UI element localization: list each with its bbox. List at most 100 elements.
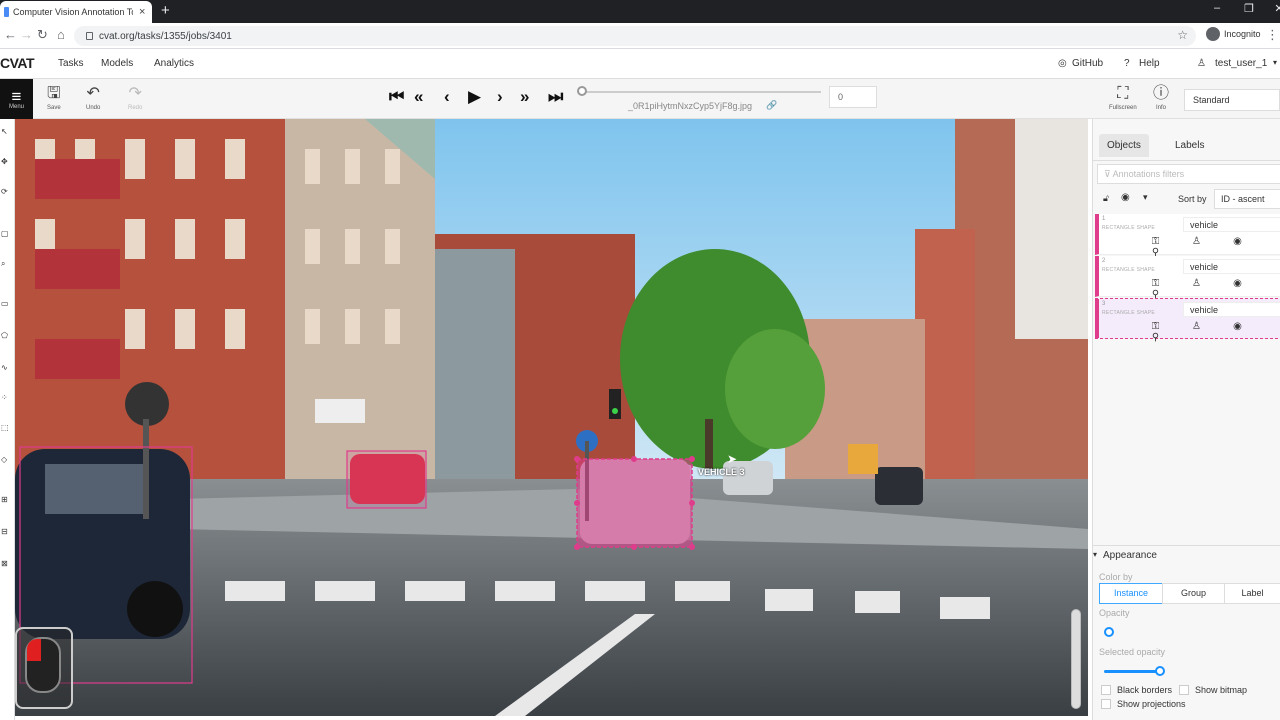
hide-all-icon[interactable]: ◉ — [1121, 192, 1130, 203]
zoom-tool-icon[interactable]: ⌕ — [1, 259, 11, 269]
close-tab-icon[interactable]: × — [139, 6, 145, 18]
bookmark-star-icon[interactable]: ☆ — [1177, 28, 1188, 42]
annotation-canvas[interactable]: VEHICLE 3 ➤ — [15, 119, 1088, 716]
object-item[interactable]: 2 RECTANGLE SHAPE vehicle ⚿ ♙ ◉⚲ — [1095, 256, 1280, 300]
color-by-instance[interactable]: Instance — [1099, 583, 1163, 604]
user-chevron-down-icon[interactable]: ▾ — [1273, 58, 1277, 67]
fullscreen-button[interactable]: ⛶ Fullscreen — [1109, 85, 1137, 111]
last-frame-icon[interactable]: ⏭ — [548, 87, 563, 107]
cuboid-tool-icon[interactable]: ⬚ — [1, 423, 11, 433]
app-header: CVAT Tasks Models Analytics ◎ GitHub ? H… — [0, 49, 1280, 79]
minimize-button[interactable]: – — [1204, 2, 1230, 14]
pin-icon[interactable]: ⚲ — [1135, 332, 1176, 343]
save-label: Save — [47, 105, 61, 111]
rectangle-tool-icon[interactable]: ▭ — [1, 299, 11, 309]
group-tool-icon[interactable]: ⊟ — [1, 527, 11, 537]
new-tab-button[interactable]: + — [161, 2, 170, 19]
url-field[interactable]: cvat.org/tasks/1355/jobs/3401 ☆ — [74, 26, 1196, 46]
home-icon[interactable]: ⌂ — [57, 27, 65, 42]
polyline-tool-icon[interactable]: ∿ — [1, 363, 11, 373]
forward-icon[interactable]: → — [20, 27, 33, 42]
tab-objects[interactable]: Objects — [1099, 134, 1149, 157]
play-icon[interactable]: ▶ — [468, 87, 481, 107]
canvas-zoom-slider[interactable] — [1071, 609, 1081, 709]
appearance-title[interactable]: Appearance — [1103, 550, 1157, 561]
fast-backward-icon[interactable]: « — [414, 87, 423, 107]
undo-button[interactable]: ↶ Undo — [86, 85, 100, 111]
object-label-select[interactable]: vehicle — [1183, 217, 1280, 232]
frame-slider-handle[interactable] — [577, 86, 587, 96]
checkbox-box[interactable] — [1101, 685, 1111, 695]
fit-tool-icon[interactable]: ▢ — [1, 229, 11, 239]
close-window-button[interactable]: ✕ — [1266, 2, 1280, 15]
cursor-tool-icon[interactable]: ↖ — [1, 127, 11, 137]
collapse-all-icon[interactable]: ▾ — [1143, 192, 1148, 203]
checkbox-box[interactable] — [1101, 699, 1111, 709]
tab-labels[interactable]: Labels — [1175, 140, 1204, 151]
user-menu[interactable]: test_user_1 — [1215, 58, 1267, 69]
object-label-select[interactable]: vehicle — [1183, 302, 1280, 317]
object-label-select[interactable]: vehicle — [1183, 259, 1280, 274]
lock-icon[interactable]: ⚿ — [1135, 236, 1176, 247]
object-item[interactable]: 1 RECTANGLE SHAPE vehicle ⚿ ♙ ◉⚲ — [1095, 214, 1280, 258]
visibility-icon[interactable]: ◉ — [1217, 236, 1258, 247]
incognito-icon — [1206, 27, 1220, 41]
annotations-filter-input[interactable]: ⊽ Annotations filters — [1097, 164, 1280, 184]
tag-tool-icon[interactable]: ◇ — [1, 455, 11, 465]
lock-all-icon[interactable]: 🔓︎ — [1103, 193, 1115, 204]
selected-object-label: VEHICLE 3 — [698, 467, 745, 477]
lock-icon[interactable]: ⚿ — [1135, 321, 1176, 332]
left-click-indicator — [27, 639, 41, 661]
occluded-icon[interactable]: ♙ — [1176, 236, 1217, 247]
lock-icon[interactable]: ⚿ — [1135, 278, 1176, 289]
incognito-indicator[interactable]: Incognito — [1206, 27, 1261, 41]
object-item-selected[interactable]: 3 RECTANGLE SHAPE vehicle ⚿ ♙ ◉ ⚲ — [1095, 298, 1280, 343]
restore-button[interactable]: ❐ — [1236, 2, 1262, 15]
move-tool-icon[interactable]: ✥ — [1, 157, 11, 167]
object-actions: ⚿ ♙ ◉⚲ — [1135, 278, 1280, 300]
browser-tab[interactable]: Computer Vision Annotation Toc × — [0, 1, 152, 23]
frame-number-input[interactable]: 0 — [829, 86, 877, 108]
workspace-select[interactable]: Standard — [1184, 89, 1280, 111]
rotate-tool-icon[interactable]: ⟳ — [1, 187, 11, 197]
info-button[interactable]: ⓘ Info — [1153, 85, 1169, 111]
merge-tool-icon[interactable]: ⊞ — [1, 495, 11, 505]
sort-select[interactable]: ID - ascent — [1214, 189, 1280, 209]
next-frame-icon[interactable]: › — [497, 87, 503, 107]
occluded-icon[interactable]: ♙ — [1176, 278, 1217, 289]
browser-menu-icon[interactable]: ⋮ — [1266, 27, 1279, 43]
color-by-label-option[interactable]: Label — [1224, 583, 1280, 604]
occluded-icon[interactable]: ♙ — [1176, 321, 1217, 332]
back-icon[interactable]: ← — [4, 27, 17, 42]
help-link[interactable]: Help — [1139, 58, 1160, 69]
show-projections-checkbox[interactable]: Show projections — [1101, 699, 1186, 709]
github-link[interactable]: GitHub — [1072, 58, 1103, 69]
visibility-icon[interactable]: ◉ — [1217, 278, 1258, 289]
checkbox-box[interactable] — [1179, 685, 1189, 695]
color-by-group[interactable]: Group — [1162, 583, 1225, 604]
copy-link-icon[interactable]: 🔗 — [766, 100, 777, 111]
nav-tasks[interactable]: Tasks — [58, 58, 84, 69]
previous-frame-icon[interactable]: ‹ — [444, 87, 450, 107]
favicon-icon — [4, 7, 9, 17]
visibility-icon[interactable]: ◉ — [1217, 321, 1258, 332]
frame-slider-track[interactable] — [583, 91, 821, 93]
appearance-collapse-icon[interactable]: ▾ — [1093, 550, 1097, 559]
cvat-logo[interactable]: CVAT — [0, 55, 35, 71]
opacity-slider[interactable] — [1104, 627, 1114, 637]
nav-models[interactable]: Models — [101, 58, 133, 69]
points-tool-icon[interactable]: ⁘ — [1, 393, 11, 403]
fast-forward-icon[interactable]: » — [520, 87, 529, 107]
reload-icon[interactable]: ↻ — [37, 27, 48, 43]
first-frame-icon[interactable]: ⏮ — [389, 87, 404, 107]
redo-button[interactable]: ↷ Redo — [128, 85, 142, 111]
menu-button[interactable]: ≡ Menu — [0, 79, 33, 119]
nav-analytics[interactable]: Analytics — [154, 58, 194, 69]
black-borders-checkbox[interactable]: Black borders — [1101, 685, 1172, 695]
save-button[interactable]: 🖫 Save — [47, 85, 61, 111]
split-tool-icon[interactable]: ⊠ — [1, 559, 11, 569]
show-bitmap-checkbox[interactable]: Show bitmap — [1179, 685, 1247, 695]
polygon-tool-icon[interactable]: ⬠ — [1, 331, 11, 341]
selected-opacity-slider[interactable] — [1155, 666, 1165, 676]
black-borders-label: Black borders — [1117, 685, 1173, 695]
